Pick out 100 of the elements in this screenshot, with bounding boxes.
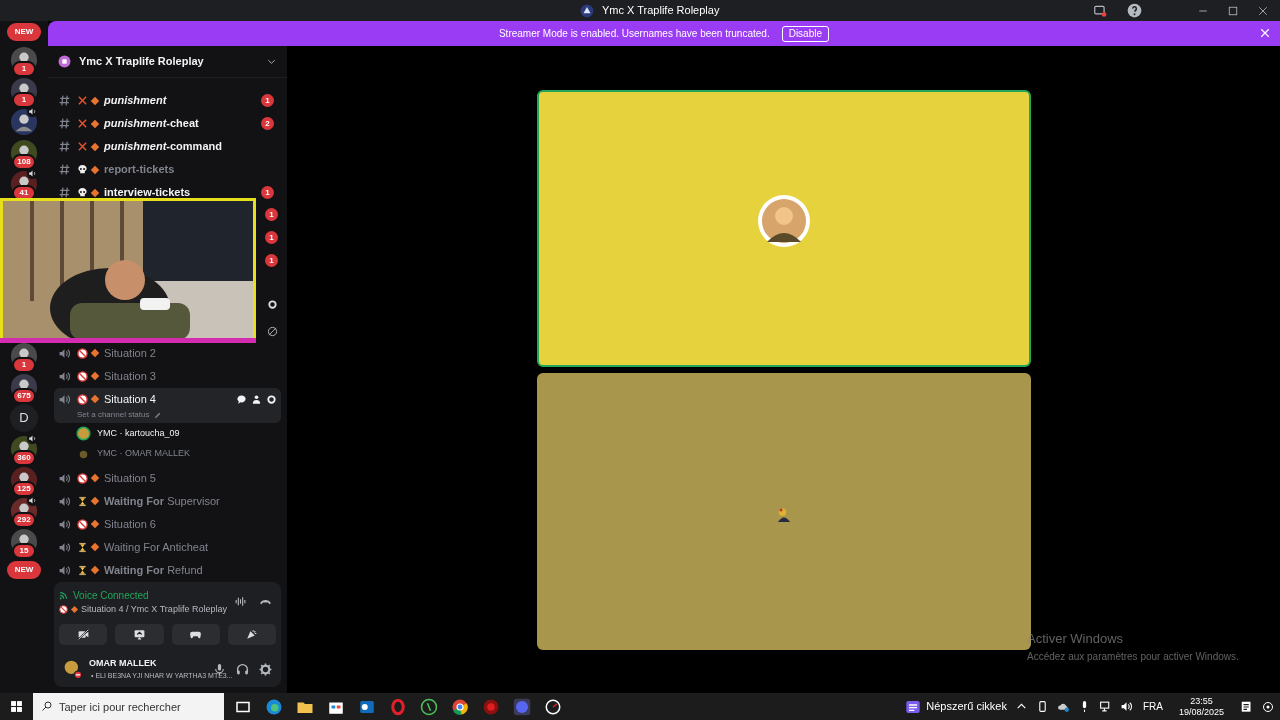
windows-start-icon[interactable] — [10, 700, 23, 713]
username[interactable]: OMAR MALLEK — [89, 657, 207, 671]
channel-name[interactable]: Situation 3 — [104, 368, 277, 385]
cross-icon — [77, 141, 88, 152]
clock-date[interactable]: 19/08/2025 — [1178, 706, 1224, 718]
server-button[interactable]: 1 — [10, 77, 38, 105]
ring-icon[interactable] — [389, 697, 407, 716]
unread-badge: 1 — [12, 357, 36, 373]
search-icon — [41, 700, 53, 712]
settings-icon[interactable] — [267, 299, 278, 310]
server-button[interactable]: 15 — [10, 528, 38, 556]
hash-icon — [58, 117, 71, 130]
maximize-icon[interactable] — [1228, 5, 1238, 16]
speedometer-icon[interactable] — [544, 697, 562, 716]
speaker-icon — [28, 434, 37, 443]
member-name[interactable]: YMC · OMAR MALLEK — [97, 447, 190, 461]
chat-bubble-icon[interactable] — [236, 393, 247, 405]
no-entry-icon — [77, 347, 88, 359]
channel-name[interactable]: punishment-command — [104, 138, 277, 155]
chat-app-icon[interactable] — [513, 697, 531, 716]
server-button[interactable]: 675 — [10, 373, 38, 401]
server-button[interactable]: 108 — [10, 139, 38, 167]
server-button[interactable]: 1 — [10, 342, 38, 370]
server-name: Ymc X Traplife Roleplay — [79, 54, 205, 70]
channel-name[interactable]: Waiting For Refund — [104, 561, 277, 579]
hash-icon — [58, 140, 71, 153]
channel-name[interactable]: Situation 4 — [104, 391, 230, 408]
focus-icon[interactable] — [1262, 700, 1274, 713]
channel-name[interactable]: Waiting For Anticheat — [104, 538, 277, 556]
settings-icon[interactable] — [259, 662, 272, 676]
cross-icon — [77, 95, 88, 106]
server-button[interactable] — [10, 108, 38, 136]
chrome-icon[interactable] — [451, 697, 469, 716]
banner-message: Streamer Mode is enabled. Usernames have been truncated. — [498, 27, 770, 41]
server-button[interactable]: 1 — [10, 46, 38, 74]
help-icon[interactable] — [1127, 3, 1142, 18]
member-name[interactable]: YMC · kartoucha_09 — [97, 426, 180, 441]
unread-badge: 1 — [265, 254, 278, 267]
unread-badge: 1 — [265, 231, 278, 244]
speaker-icon — [58, 369, 71, 383]
speaker-icon — [28, 496, 37, 505]
skull-icon — [77, 187, 88, 198]
cross-icon — [77, 118, 88, 129]
inbox-icon[interactable] — [1093, 3, 1107, 18]
network-icon[interactable] — [1098, 700, 1112, 713]
notifications-icon[interactable] — [1240, 699, 1254, 714]
channel-name[interactable]: Situation 6 — [104, 515, 277, 533]
news-widget-label[interactable]: Népszerű cikkek — [926, 698, 1007, 715]
channel-name[interactable]: report-tickets — [104, 161, 277, 178]
server-button[interactable]: 292 — [10, 497, 38, 525]
soundboard-icon — [245, 628, 259, 641]
server-logo-icon — [580, 3, 594, 18]
browser-icon[interactable] — [265, 697, 283, 716]
settings-icon[interactable] — [266, 393, 277, 405]
server-button[interactable]: 360 — [10, 435, 38, 463]
clock-time[interactable]: 23:55 — [1190, 695, 1213, 707]
channel-name[interactable]: punishment — [104, 92, 255, 109]
speaker-icon — [58, 471, 71, 485]
circle-letter-icon[interactable] — [420, 697, 438, 716]
screen-share-icon — [132, 628, 146, 641]
headphones-icon[interactable] — [236, 662, 249, 676]
user-avatar-icon[interactable] — [63, 659, 83, 679]
search-field[interactable]: Taper ici pour rechercher — [33, 693, 224, 720]
hash-icon — [58, 163, 71, 176]
no-entry-icon — [77, 472, 88, 484]
channel-name[interactable]: punishment-cheat — [104, 115, 255, 132]
server-button[interactable]: D — [10, 404, 38, 432]
speaker-icon — [58, 494, 71, 508]
speaker-icon — [28, 169, 37, 178]
hourglass-icon — [77, 564, 88, 576]
new-pill: NEW — [6, 561, 42, 579]
unread-badge: 108 — [12, 154, 36, 170]
sound-wave-icon[interactable] — [234, 595, 247, 609]
disable-button[interactable]: Disable — [781, 25, 830, 42]
server-button[interactable]: 125 — [10, 466, 38, 494]
close-icon[interactable] — [1258, 5, 1268, 16]
speaker-icon — [58, 346, 71, 360]
channel-name[interactable]: Situation 2 — [104, 345, 277, 362]
pencil-icon — [153, 410, 162, 419]
selected-channel-row[interactable]: Situation 4 Set a channel status — [54, 387, 281, 423]
gamepad-button[interactable] — [171, 624, 220, 645]
screen-share-button[interactable] — [115, 624, 164, 645]
server-header[interactable]: Ymc X Traplife Roleplay — [48, 46, 287, 78]
window-title: Ymc X Traplife Roleplay — [602, 3, 720, 19]
voice-channel-link[interactable]: Situation 4 / Ymc X Traplife Roleplay — [81, 602, 227, 616]
hash-icon — [58, 186, 71, 199]
volume-icon[interactable] — [1119, 700, 1133, 713]
language-indicator[interactable]: FRA — [1142, 699, 1163, 714]
server-badge-icon — [58, 55, 71, 68]
soundboard-button[interactable] — [227, 624, 276, 645]
camera-off-button[interactable] — [59, 624, 108, 645]
channel-name[interactable]: Situation 5 — [104, 469, 277, 487]
news-widget-icon[interactable] — [905, 698, 922, 715]
video-tile[interactable] — [536, 90, 1031, 367]
skull-icon — [77, 164, 88, 175]
game-icon[interactable] — [482, 697, 500, 716]
add-member-icon[interactable] — [251, 393, 262, 405]
channel-name[interactable]: interview-tickets — [104, 184, 255, 201]
channel-status[interactable]: Set a channel status — [77, 408, 150, 421]
channel-name[interactable]: Waiting For Supervisor — [104, 492, 277, 510]
